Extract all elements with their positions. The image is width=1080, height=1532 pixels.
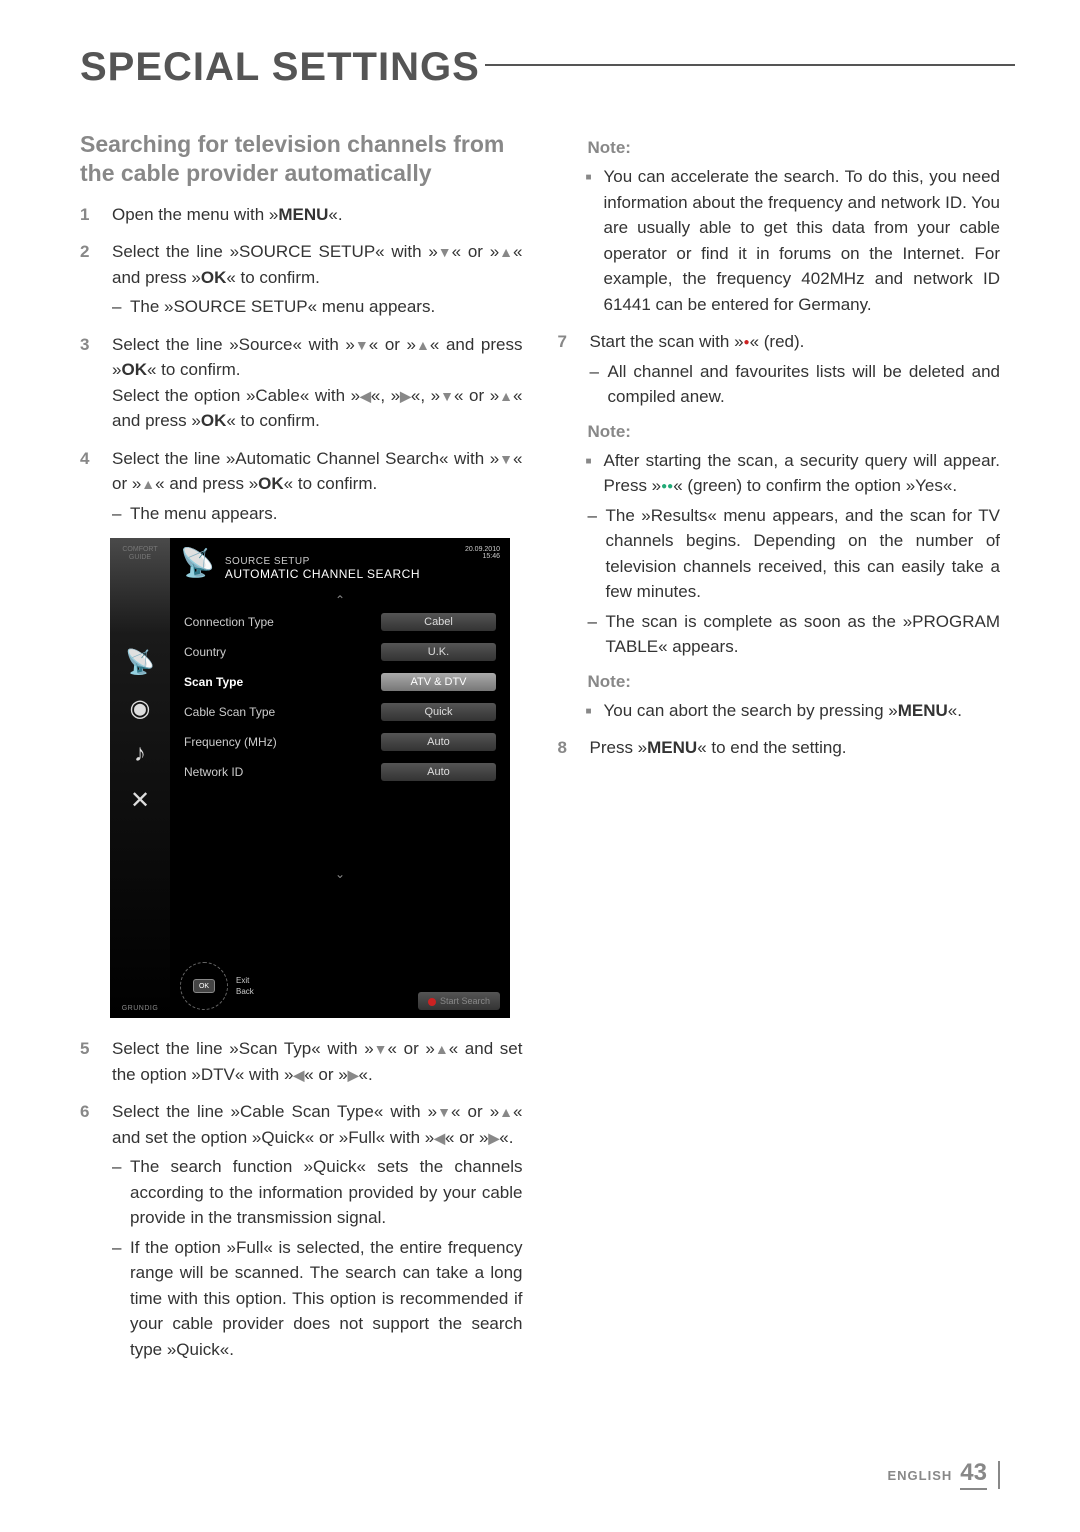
osd-title-1: SOURCE SETUP [225,556,455,567]
eye-icon: ◉ [124,692,156,724]
osd-row-scan-type: Scan Type ATV & DTV [180,667,500,697]
osd-up-arrow-icon: ⌃ [180,593,500,607]
osd-comfort-guide: COMFORTGUIDE [122,546,157,561]
step-7: 7 Start the scan with »●« (red). All cha… [558,329,1001,410]
osd-row-country: Country U.K. [180,637,500,667]
sound-icon: ♪ [124,738,156,770]
note-3-body: You can abort the search by pressing »ME… [604,698,1001,724]
osd-screenshot: COMFORTGUIDE 📡 ◉ ♪ ✕ GRUNDIG 📡 SOURCE SE… [110,538,510,1018]
section-heading: Searching for television channels from t… [80,130,523,188]
step-4: 4 Select the line »Automatic Channel Sea… [80,446,523,527]
osd-datetime: 20.09.201015:46 [465,546,500,560]
osd-brand: GRUNDIG [122,1005,159,1012]
note-1-body: You can accelerate the search. To do thi… [604,164,1001,317]
osd-row-frequency: Frequency (MHz) Auto [180,727,500,757]
step-8: 8 Press »MENU« to end the setting. [558,735,1001,761]
step-5: 5 Select the line »Scan Typ« with »▼« or… [80,1036,523,1087]
tools-icon: ✕ [124,784,156,816]
note-2-body: After starting the scan, a security quer… [604,448,1001,660]
osd-row-connection-type: Connection Type Cabel [180,607,500,637]
step-3: 3 Select the line »Source« with »▼« or »… [80,332,523,434]
osd-down-arrow-icon: ⌄ [180,867,500,881]
satellite-icon: 📡 [124,646,156,678]
step-2: 2 Select the line »SOURCE SETUP« with »▼… [80,239,523,320]
osd-start-search: Start Search [418,992,500,1010]
osd-row-cable-scan-type: Cable Scan Type Quick [180,697,500,727]
page-title: SPECIAL SETTINGS [80,45,1000,90]
footer-language: ENGLISH [888,1468,953,1483]
osd-row-network-id: Network ID Auto [180,757,500,787]
osd-ok-button: OK [193,979,215,993]
page-footer: ENGLISH 43 [888,1459,1001,1490]
osd-title-2: AUTOMATIC CHANNEL SEARCH [225,567,455,581]
osd-ok-ring: OK [180,962,228,1010]
step-6: 6 Select the line »Cable Scan Type« with… [80,1099,523,1362]
osd-logo-icon: 📡 [180,546,215,579]
note-2-heading: Note: [588,422,1001,442]
osd-exit-back: ExitBack [236,975,254,997]
note-3-heading: Note: [588,672,1001,692]
footer-page-number: 43 [960,1459,987,1490]
step-1: 1 Open the menu with »MENU«. [80,202,523,228]
note-1-heading: Note: [588,138,1001,158]
